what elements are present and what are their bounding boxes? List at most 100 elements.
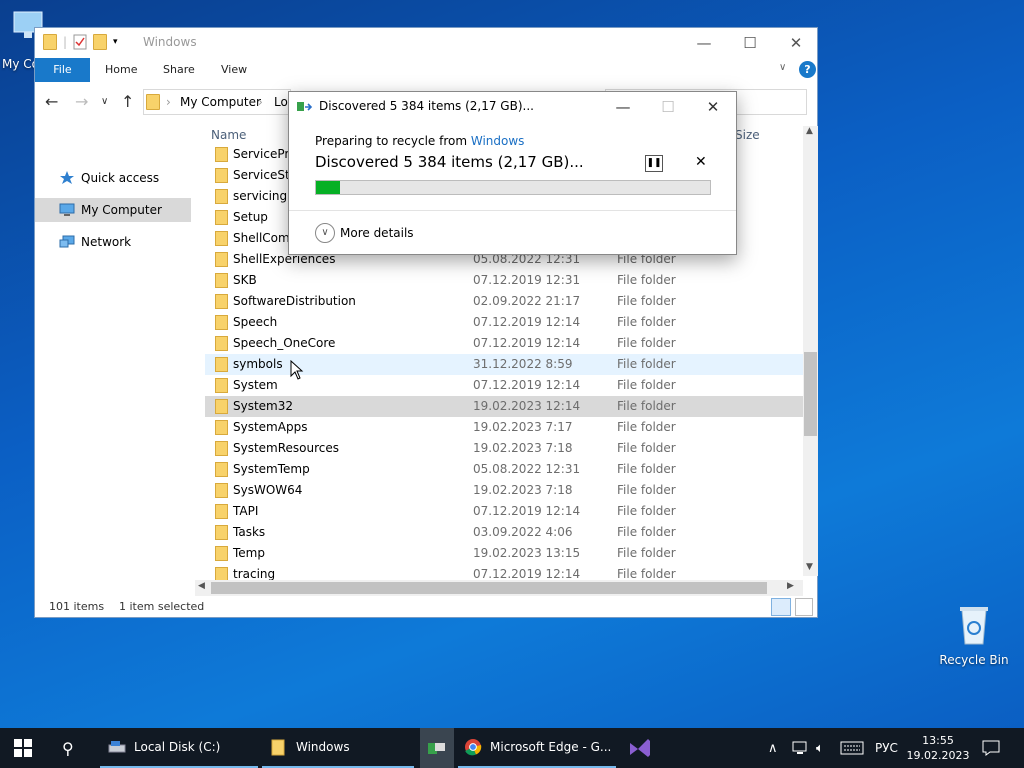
progress-bar xyxy=(315,180,711,195)
breadcrumb-my-computer[interactable]: My Computer xyxy=(180,95,261,109)
table-row[interactable]: SystemApps 19.02.2023 7:17 File folder xyxy=(205,417,803,438)
table-row[interactable]: SysWOW64 19.02.2023 7:18 File folder xyxy=(205,480,803,501)
input-language[interactable]: РУС xyxy=(875,728,898,768)
vertical-scrollbar[interactable]: ▲ ▼ xyxy=(803,126,818,576)
scroll-thumb[interactable] xyxy=(211,582,767,594)
taskbar-item-edge[interactable]: Microsoft Edge - G... xyxy=(458,728,616,768)
breadcrumb-local-disk[interactable]: Lo xyxy=(274,95,288,109)
cancel-button[interactable]: ✕ xyxy=(695,154,707,170)
column-header-name[interactable]: Name xyxy=(211,128,246,142)
mouse-cursor-icon xyxy=(290,360,304,380)
desktop-icon-recycle-bin[interactable]: Recycle Bin xyxy=(934,602,1014,667)
taskbar-item-label: Microsoft Edge - G... xyxy=(490,740,612,754)
network-status-icon[interactable] xyxy=(792,728,810,768)
chrome-icon xyxy=(465,739,482,756)
file-type: File folder xyxy=(617,336,676,350)
table-row[interactable]: SystemTemp 05.08.2022 12:31 File folder xyxy=(205,459,803,480)
recent-locations-icon[interactable]: ∨ xyxy=(101,96,108,107)
table-row[interactable]: System32 19.02.2023 12:14 File folder xyxy=(205,396,803,417)
network-icon xyxy=(59,235,75,248)
file-type: File folder xyxy=(617,420,676,434)
title-bar: | ▾ Windows — ☐ ✕ xyxy=(35,28,817,58)
folder-icon xyxy=(215,546,228,561)
address-bar[interactable]: › My Computer › Lo xyxy=(143,89,291,115)
ribbon-expand-icon[interactable]: ∨ xyxy=(779,62,786,73)
chevron-down-icon[interactable]: ▾ xyxy=(113,37,118,47)
taskbar-item-file-operation[interactable] xyxy=(420,728,454,768)
column-header-size[interactable]: Size xyxy=(735,128,760,142)
scroll-down-icon[interactable]: ▼ xyxy=(806,562,813,572)
folder-icon xyxy=(215,378,228,393)
tab-view[interactable]: View xyxy=(221,58,247,82)
clock-time: 13:55 xyxy=(922,734,954,747)
scroll-left-icon[interactable]: ◀ xyxy=(198,581,205,591)
computer-icon xyxy=(59,203,75,216)
table-row[interactable]: Temp 19.02.2023 13:15 File folder xyxy=(205,543,803,564)
start-button[interactable] xyxy=(14,728,32,768)
file-name: TAPI xyxy=(233,504,259,518)
more-details-button[interactable]: More details xyxy=(340,226,414,240)
recycle-bin-icon xyxy=(960,607,988,645)
horizontal-scrollbar[interactable]: ◀ ▶ xyxy=(195,580,803,596)
folder-icon xyxy=(215,189,228,204)
maximize-button[interactable]: ☐ xyxy=(645,92,691,122)
table-row[interactable]: TAPI 07.12.2019 12:14 File folder xyxy=(205,501,803,522)
source-folder-link[interactable]: Windows xyxy=(471,134,525,148)
nav-quick-access[interactable]: Quick access xyxy=(35,166,191,190)
file-type: File folder xyxy=(617,462,676,476)
taskbar-item-local-disk[interactable]: Local Disk (C:) xyxy=(100,728,258,768)
tab-file[interactable]: File xyxy=(35,58,90,82)
tab-share[interactable]: Share xyxy=(163,58,195,82)
breadcrumb-separator: › xyxy=(258,95,263,109)
date-modified: 07.12.2019 12:14 xyxy=(473,315,581,329)
up-arrow-icon[interactable]: ↑ xyxy=(121,92,134,111)
forward-arrow-icon[interactable]: → xyxy=(75,92,88,111)
ribbon: File Home Share View ∨ ? xyxy=(35,58,817,82)
tab-home[interactable]: Home xyxy=(105,58,137,82)
notifications-icon[interactable] xyxy=(982,728,1000,768)
folder-icon xyxy=(215,504,228,519)
properties-icon[interactable] xyxy=(73,34,87,50)
file-type: File folder xyxy=(617,294,676,308)
taskbar-item-windows-folder[interactable]: Windows xyxy=(262,728,414,768)
table-row[interactable]: Speech 07.12.2019 12:14 File folder xyxy=(205,312,803,333)
table-row[interactable]: Speech_OneCore 07.12.2019 12:14 File folde… xyxy=(205,333,803,354)
file-type: File folder xyxy=(617,441,676,455)
details-view-icon[interactable] xyxy=(771,598,791,616)
scroll-thumb[interactable] xyxy=(804,352,817,436)
date-modified: 19.02.2023 7:17 xyxy=(473,420,573,434)
folder-icon xyxy=(215,147,228,162)
keyboard-icon[interactable] xyxy=(840,728,864,768)
nav-my-computer[interactable]: My Computer xyxy=(35,198,191,222)
scroll-right-icon[interactable]: ▶ xyxy=(787,581,794,591)
table-row[interactable]: tracing 07.12.2019 12:14 File folder xyxy=(205,564,803,580)
expand-chevron-icon[interactable]: ∨ xyxy=(315,223,335,243)
file-name: SystemApps xyxy=(233,420,308,434)
table-row[interactable]: SystemResources 19.02.2023 7:18 File folde… xyxy=(205,438,803,459)
file-name: SoftwareDistribution xyxy=(233,294,356,308)
minimize-button[interactable]: — xyxy=(681,28,727,58)
minimize-button[interactable]: — xyxy=(600,92,646,122)
table-row[interactable]: SKB 07.12.2019 12:31 File folder xyxy=(205,270,803,291)
file-name: Speech xyxy=(233,315,278,329)
pause-button[interactable]: ❚❚ xyxy=(645,155,663,172)
volume-icon[interactable]: 🔈︎ xyxy=(816,728,824,768)
taskbar-item-visual-studio[interactable] xyxy=(624,728,656,768)
new-folder-icon[interactable] xyxy=(93,34,108,50)
nav-network[interactable]: Network xyxy=(35,230,191,254)
table-row[interactable]: Tasks 03.09.2022 4:06 File folder xyxy=(205,522,803,543)
large-icons-view-icon[interactable] xyxy=(795,598,813,616)
close-button[interactable]: ✕ xyxy=(773,28,819,58)
maximize-button[interactable]: ☐ xyxy=(727,28,773,58)
table-row[interactable]: SoftwareDistribution 02.09.2022 21:17 File… xyxy=(205,291,803,312)
help-icon[interactable]: ? xyxy=(799,61,816,78)
close-button[interactable]: ✕ xyxy=(690,92,736,122)
quick-access-toolbar: | ▾ xyxy=(43,34,118,50)
show-hidden-icons-icon[interactable]: ∧ xyxy=(768,728,778,768)
scroll-up-icon[interactable]: ▲ xyxy=(806,126,813,136)
back-arrow-icon[interactable]: ← xyxy=(45,92,58,111)
date-modified: 02.09.2022 21:17 xyxy=(473,294,581,308)
folder-icon xyxy=(215,567,228,580)
search-icon[interactable]: ⚲ xyxy=(62,728,74,768)
clock[interactable]: 13:55 19.02.2023 xyxy=(907,728,970,768)
